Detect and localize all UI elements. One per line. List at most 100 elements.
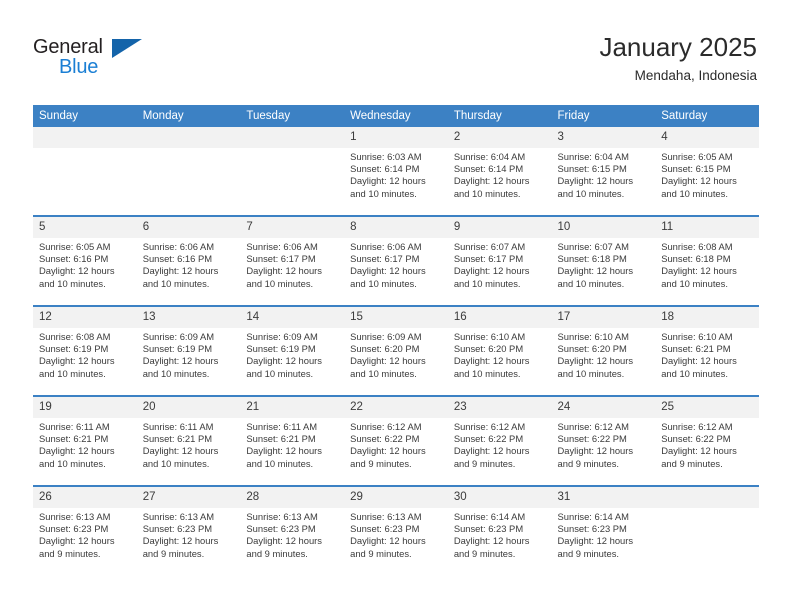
day-number: 4 <box>655 127 759 148</box>
day-number: 30 <box>447 487 552 508</box>
calendar-day-cell[interactable]: 29 Sunrise: 6:13 AM Sunset: 6:23 PM Dayligh… <box>344 487 448 575</box>
day-number: 1 <box>344 127 448 148</box>
sunset-text: Sunset: 6:17 PM <box>453 253 524 265</box>
day-details: Sunrise: 6:14 AM Sunset: 6:23 PM Daylight:… <box>552 508 656 560</box>
day-number: 27 <box>136 487 241 508</box>
calendar-day-cell-empty <box>240 127 345 215</box>
sunset-text: Sunset: 6:21 PM <box>39 433 109 445</box>
calendar-cell: 20 Sunrise: 6:11 AM Sunset: 6:21 PM Dayligh… <box>136 395 241 486</box>
daylight-text-line2: and 9 minutes. <box>246 547 308 559</box>
calendar-day-cell[interactable]: 5 Sunrise: 6:05 AM Sunset: 6:16 PM Daylight… <box>33 217 137 305</box>
calendar-day-cell[interactable]: 4 Sunrise: 6:05 AM Sunset: 6:15 PM Daylight… <box>655 127 759 215</box>
day-details: Sunrise: 6:12 AM Sunset: 6:22 PM Daylight:… <box>552 418 656 470</box>
calendar-day-cell[interactable]: 3 Sunrise: 6:04 AM Sunset: 6:15 PM Daylight… <box>551 127 656 215</box>
calendar-day-cell[interactable]: 23 Sunrise: 6:12 AM Sunset: 6:22 PM Dayligh… <box>447 397 552 485</box>
calendar-day-cell-empty <box>136 127 241 215</box>
sunrise-text: Sunrise: 6:13 AM <box>246 511 318 522</box>
calendar-day-cell[interactable]: 7 Sunrise: 6:06 AM Sunset: 6:17 PM Daylight… <box>240 217 345 305</box>
calendar-cell <box>136 127 241 216</box>
calendar-day-cell[interactable]: 14 Sunrise: 6:09 AM Sunset: 6:19 PM Dayligh… <box>240 307 345 395</box>
daylight-text-line1: Daylight: 12 hours <box>350 175 426 187</box>
calendar-header-row: Sunday Monday Tuesday Wednesday Thursday… <box>33 105 759 127</box>
sunrise-text: Sunrise: 6:12 AM <box>661 421 733 432</box>
calendar-day-cell[interactable]: 31 Sunrise: 6:14 AM Sunset: 6:23 PM Dayligh… <box>551 487 656 575</box>
daylight-text-line1: Daylight: 12 hours <box>142 535 219 547</box>
day-details: Sunrise: 6:13 AM Sunset: 6:23 PM Daylight:… <box>240 508 344 560</box>
daylight-text-line1: Daylight: 12 hours <box>39 535 115 547</box>
calendar-day-cell[interactable]: 21 Sunrise: 6:11 AM Sunset: 6:21 PM Dayligh… <box>240 397 345 485</box>
calendar-day-cell[interactable]: 17 Sunrise: 6:10 AM Sunset: 6:20 PM Dayligh… <box>551 307 656 395</box>
calendar-day-cell[interactable]: 16 Sunrise: 6:10 AM Sunset: 6:20 PM Dayligh… <box>447 307 552 395</box>
calendar-day-cell[interactable]: 1 Sunrise: 6:03 AM Sunset: 6:14 PM Daylight… <box>344 127 448 215</box>
daylight-text-line1: Daylight: 12 hours <box>557 445 634 457</box>
calendar-cell: 27 Sunrise: 6:13 AM Sunset: 6:23 PM Dayligh… <box>136 485 241 575</box>
day-details: Sunrise: 6:05 AM Sunset: 6:15 PM Daylight:… <box>655 148 759 200</box>
day-details: Sunrise: 6:13 AM Sunset: 6:23 PM Daylight:… <box>344 508 448 560</box>
day-number <box>240 127 345 148</box>
daylight-text-line1: Daylight: 12 hours <box>246 265 322 277</box>
calendar-day-cell[interactable]: 30 Sunrise: 6:14 AM Sunset: 6:23 PM Dayligh… <box>447 487 552 575</box>
weekday-header-saturday: Saturday <box>655 105 759 127</box>
daylight-text-line1: Daylight: 12 hours <box>557 175 634 187</box>
daylight-text-line1: Daylight: 12 hours <box>246 445 322 457</box>
calendar-day-cell[interactable]: 19 Sunrise: 6:11 AM Sunset: 6:21 PM Dayligh… <box>33 397 137 485</box>
sunset-text: Sunset: 6:17 PM <box>246 253 316 265</box>
calendar-cell: 17 Sunrise: 6:10 AM Sunset: 6:20 PM Dayligh… <box>551 305 656 396</box>
weekday-header-friday: Friday <box>551 105 656 127</box>
sunrise-text: Sunrise: 6:10 AM <box>557 331 629 342</box>
day-number: 9 <box>447 217 552 238</box>
calendar-week-row: 19 Sunrise: 6:11 AM Sunset: 6:21 PM Dayligh… <box>33 395 759 486</box>
calendar-day-cell[interactable]: 22 Sunrise: 6:12 AM Sunset: 6:22 PM Dayligh… <box>344 397 448 485</box>
sunset-text: Sunset: 6:17 PM <box>350 253 420 265</box>
calendar-day-cell[interactable]: 26 Sunrise: 6:13 AM Sunset: 6:23 PM Dayligh… <box>33 487 137 575</box>
day-details: Sunrise: 6:04 AM Sunset: 6:15 PM Daylight:… <box>552 148 656 200</box>
sunrise-text: Sunrise: 6:06 AM <box>350 241 422 252</box>
calendar-day-cell[interactable]: 11 Sunrise: 6:08 AM Sunset: 6:18 PM Dayligh… <box>655 217 759 305</box>
day-details: Sunrise: 6:07 AM Sunset: 6:17 PM Daylight:… <box>448 238 552 290</box>
daylight-text-line2: and 10 minutes. <box>142 457 210 469</box>
daylight-text-line1: Daylight: 12 hours <box>453 445 530 457</box>
calendar-day-cell[interactable]: 25 Sunrise: 6:12 AM Sunset: 6:22 PM Dayligh… <box>655 397 759 485</box>
calendar-day-cell[interactable]: 9 Sunrise: 6:07 AM Sunset: 6:17 PM Daylight… <box>447 217 552 305</box>
daylight-text-line2: and 10 minutes. <box>142 277 210 289</box>
calendar-day-cell[interactable]: 2 Sunrise: 6:04 AM Sunset: 6:14 PM Daylight… <box>447 127 552 215</box>
calendar-cell: 25 Sunrise: 6:12 AM Sunset: 6:22 PM Dayligh… <box>655 395 759 486</box>
daylight-text-line1: Daylight: 12 hours <box>350 535 426 547</box>
day-number: 7 <box>240 217 345 238</box>
calendar-day-cell[interactable]: 13 Sunrise: 6:09 AM Sunset: 6:19 PM Dayligh… <box>136 307 241 395</box>
sunrise-text: Sunrise: 6:12 AM <box>453 421 526 432</box>
day-details: Sunrise: 6:11 AM Sunset: 6:21 PM Daylight:… <box>33 418 137 470</box>
calendar-cell: 5 Sunrise: 6:05 AM Sunset: 6:16 PM Daylight… <box>33 215 137 306</box>
calendar-day-cell[interactable]: 28 Sunrise: 6:13 AM Sunset: 6:23 PM Dayligh… <box>240 487 345 575</box>
day-details: Sunrise: 6:07 AM Sunset: 6:18 PM Daylight:… <box>552 238 656 290</box>
daylight-text-line2: and 10 minutes. <box>39 367 106 379</box>
sunrise-text: Sunrise: 6:13 AM <box>39 511 111 522</box>
calendar-day-cell[interactable]: 10 Sunrise: 6:07 AM Sunset: 6:18 PM Dayligh… <box>551 217 656 305</box>
day-number: 15 <box>344 307 448 328</box>
daylight-text-line2: and 9 minutes. <box>661 457 723 469</box>
day-number: 6 <box>136 217 241 238</box>
sunrise-text: Sunrise: 6:13 AM <box>142 511 215 522</box>
calendar-day-cell[interactable]: 24 Sunrise: 6:12 AM Sunset: 6:22 PM Dayligh… <box>551 397 656 485</box>
sunset-text: Sunset: 6:16 PM <box>39 253 109 265</box>
daylight-text-line2: and 9 minutes. <box>350 457 412 469</box>
daylight-text-line2: and 9 minutes. <box>557 457 620 469</box>
calendar-day-cell[interactable]: 18 Sunrise: 6:10 AM Sunset: 6:21 PM Dayligh… <box>655 307 759 395</box>
day-number: 31 <box>551 487 656 508</box>
calendar-cell <box>33 127 137 216</box>
sunset-text: Sunset: 6:21 PM <box>661 343 731 355</box>
day-details: Sunrise: 6:11 AM Sunset: 6:21 PM Daylight:… <box>137 418 241 470</box>
calendar-day-cell[interactable]: 27 Sunrise: 6:13 AM Sunset: 6:23 PM Dayligh… <box>136 487 241 575</box>
calendar-day-cell[interactable]: 8 Sunrise: 6:06 AM Sunset: 6:17 PM Daylight… <box>344 217 448 305</box>
calendar-cell <box>655 485 759 575</box>
calendar-day-cell[interactable]: 6 Sunrise: 6:06 AM Sunset: 6:16 PM Daylight… <box>136 217 241 305</box>
calendar-day-cell[interactable]: 12 Sunrise: 6:08 AM Sunset: 6:19 PM Dayligh… <box>33 307 137 395</box>
brand-logo[interactable]: General Blue <box>33 36 163 80</box>
calendar-day-cell[interactable]: 15 Sunrise: 6:09 AM Sunset: 6:20 PM Dayligh… <box>344 307 448 395</box>
calendar-day-cell[interactable]: 20 Sunrise: 6:11 AM Sunset: 6:21 PM Dayligh… <box>136 397 241 485</box>
calendar-cell: 14 Sunrise: 6:09 AM Sunset: 6:19 PM Dayligh… <box>240 305 345 396</box>
day-details: Sunrise: 6:05 AM Sunset: 6:16 PM Daylight:… <box>33 238 137 290</box>
day-details: Sunrise: 6:10 AM Sunset: 6:21 PM Daylight:… <box>655 328 759 380</box>
sunrise-text: Sunrise: 6:10 AM <box>453 331 526 342</box>
sunrise-text: Sunrise: 6:07 AM <box>453 241 526 252</box>
